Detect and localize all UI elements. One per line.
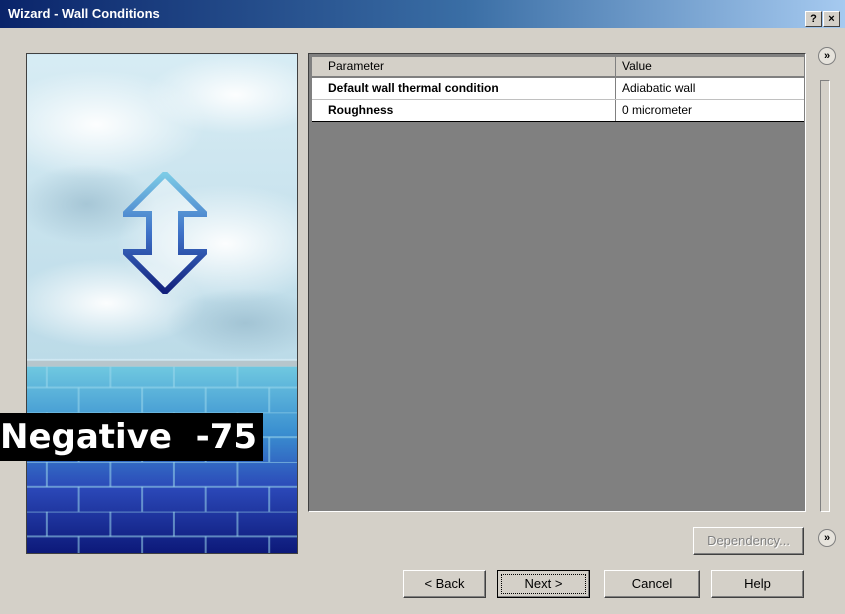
next-button-label: Next >: [501, 574, 586, 594]
title-bar: Wizard - Wall Conditions ? ×: [0, 0, 845, 28]
parameter-table: Parameter Value Default wall thermal con…: [308, 53, 806, 512]
help-icon[interactable]: ?: [805, 11, 822, 27]
value-cell[interactable]: 0 micrometer: [616, 100, 804, 121]
parameter-cell: Roughness: [312, 100, 616, 121]
dependency-button[interactable]: Dependency...: [693, 527, 804, 555]
table-header: Parameter Value: [312, 57, 804, 77]
wizard-illustration: [26, 53, 298, 554]
table-row[interactable]: Default wall thermal condition Adiabatic…: [312, 78, 804, 100]
help-button[interactable]: Help: [711, 570, 804, 598]
parameter-cell: Default wall thermal condition: [312, 78, 616, 99]
cancel-button[interactable]: Cancel: [604, 570, 700, 598]
up-down-arrow-icon: [123, 172, 207, 294]
next-button[interactable]: Next >: [497, 570, 590, 598]
close-icon[interactable]: ×: [823, 11, 840, 27]
window-title: Wizard - Wall Conditions: [8, 6, 160, 21]
expand-chevron-icon[interactable]: »: [818, 529, 836, 547]
table-row[interactable]: Roughness 0 micrometer: [312, 100, 804, 122]
overlay-label: Negative -75: [0, 413, 264, 461]
expand-chevron-icon[interactable]: »: [818, 47, 836, 65]
value-cell[interactable]: Adiabatic wall: [616, 78, 804, 99]
column-header-value[interactable]: Value: [616, 57, 804, 76]
column-header-parameter[interactable]: Parameter: [312, 57, 616, 76]
scrollbar[interactable]: [820, 80, 830, 512]
back-button[interactable]: < Back: [403, 570, 486, 598]
